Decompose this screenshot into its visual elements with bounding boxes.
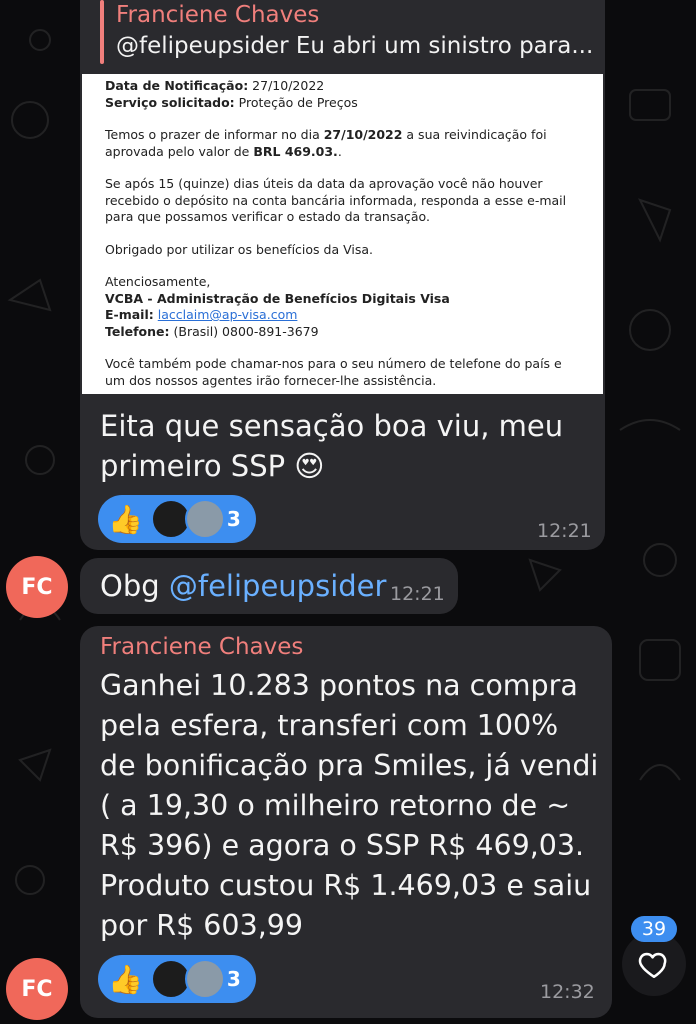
doc-regards: Atenciosamente, [105, 274, 211, 289]
doc-org-name: VCBA - Administração de Benefícios Digit… [105, 291, 585, 308]
doc-email-link[interactable]: lacclaim@ap-visa.com [158, 307, 298, 322]
doc-notification-value: 27/10/2022 [248, 78, 325, 93]
user-mention-link[interactable]: @felipeupsider [169, 569, 387, 603]
message-text-1: Eita que sensação boa viu, meu primeiro … [100, 409, 564, 483]
message-time-3: 12:32 [540, 981, 595, 1003]
reactor-avatar [184, 959, 225, 999]
message-time-1: 12:21 [537, 520, 592, 542]
message-time-2: 12:21 [390, 583, 445, 605]
doc-phone-line: Telefone: (Brasil) 0800-891-3679 [105, 324, 585, 341]
reply-sender-name: Franciene Chaves [116, 2, 320, 28]
doc-p1-text-c: . [337, 143, 342, 159]
sender-name[interactable]: Franciene Chaves [100, 632, 303, 662]
reaction-pill-1[interactable]: 👍 3 [98, 495, 256, 543]
doc-p1-date: 27/10/2022 [323, 127, 403, 142]
doc-phone-label: Telefone: [105, 323, 170, 339]
doc-paragraph-contact: Você também pode chamar-nos para o seu n… [105, 356, 562, 388]
avatar[interactable]: FC [6, 556, 68, 618]
message-text-2-body: Obg [100, 569, 169, 603]
doc-phone-value: (Brasil) 0800-891-3679 [169, 323, 319, 339]
doc-paragraph-thanks: Obrigado por utilizar os benefícios da V… [105, 241, 373, 257]
thumbs-up-icon: 👍 [108, 502, 143, 536]
reaction-count: 3 [226, 967, 241, 991]
doc-email-line: E-mail: lacclaim@ap-visa.com [105, 307, 585, 324]
message-text-2: Obg @felipeupsider [100, 566, 386, 606]
doc-p1-text-a: Temos o prazer de informar no dia [105, 127, 324, 142]
avatar[interactable]: FC [6, 958, 68, 1020]
doc-service-value: Proteção de Preços [234, 94, 358, 110]
doc-notification-label: Data de Notificação: [105, 78, 249, 93]
reactor-avatar [184, 499, 225, 539]
attached-document-image[interactable]: Data de Notificação: 27/10/2022 Serviço … [82, 74, 603, 394]
reaction-count: 3 [226, 507, 241, 531]
reply-quote-bar [100, 0, 104, 64]
doc-org-label: VCBA - Administração de Benefícios Digit… [105, 290, 450, 306]
unread-count-badge: 39 [631, 916, 677, 942]
doc-service-label: Serviço solicitado: [105, 94, 235, 110]
doc-notification-line: Data de Notificação: 27/10/2022 [105, 78, 585, 95]
doc-service-line: Serviço solicitado: Proteção de Preços [105, 95, 585, 112]
reply-quote[interactable]: Franciene Chaves @felipeupsider Eu abri … [116, 0, 596, 62]
doc-paragraph-deposit: Se após 15 (quinze) dias úteis da data d… [105, 176, 567, 224]
doc-email-label: E-mail: [105, 307, 154, 322]
doc-p1-amount: BRL 469.03. [253, 143, 338, 159]
heart-icon [638, 952, 667, 979]
reply-preview-text: @felipeupsider Eu abri um sinistro para.… [116, 33, 594, 59]
thumbs-up-icon: 👍 [108, 962, 143, 996]
message-text-3: Ganhei 10.283 pontos na compra pela esfe… [100, 669, 599, 942]
doc-paragraph-approval: Temos o prazer de informar no dia 27/10/… [105, 127, 585, 160]
reaction-pill-3[interactable]: 👍 3 [98, 955, 256, 1003]
